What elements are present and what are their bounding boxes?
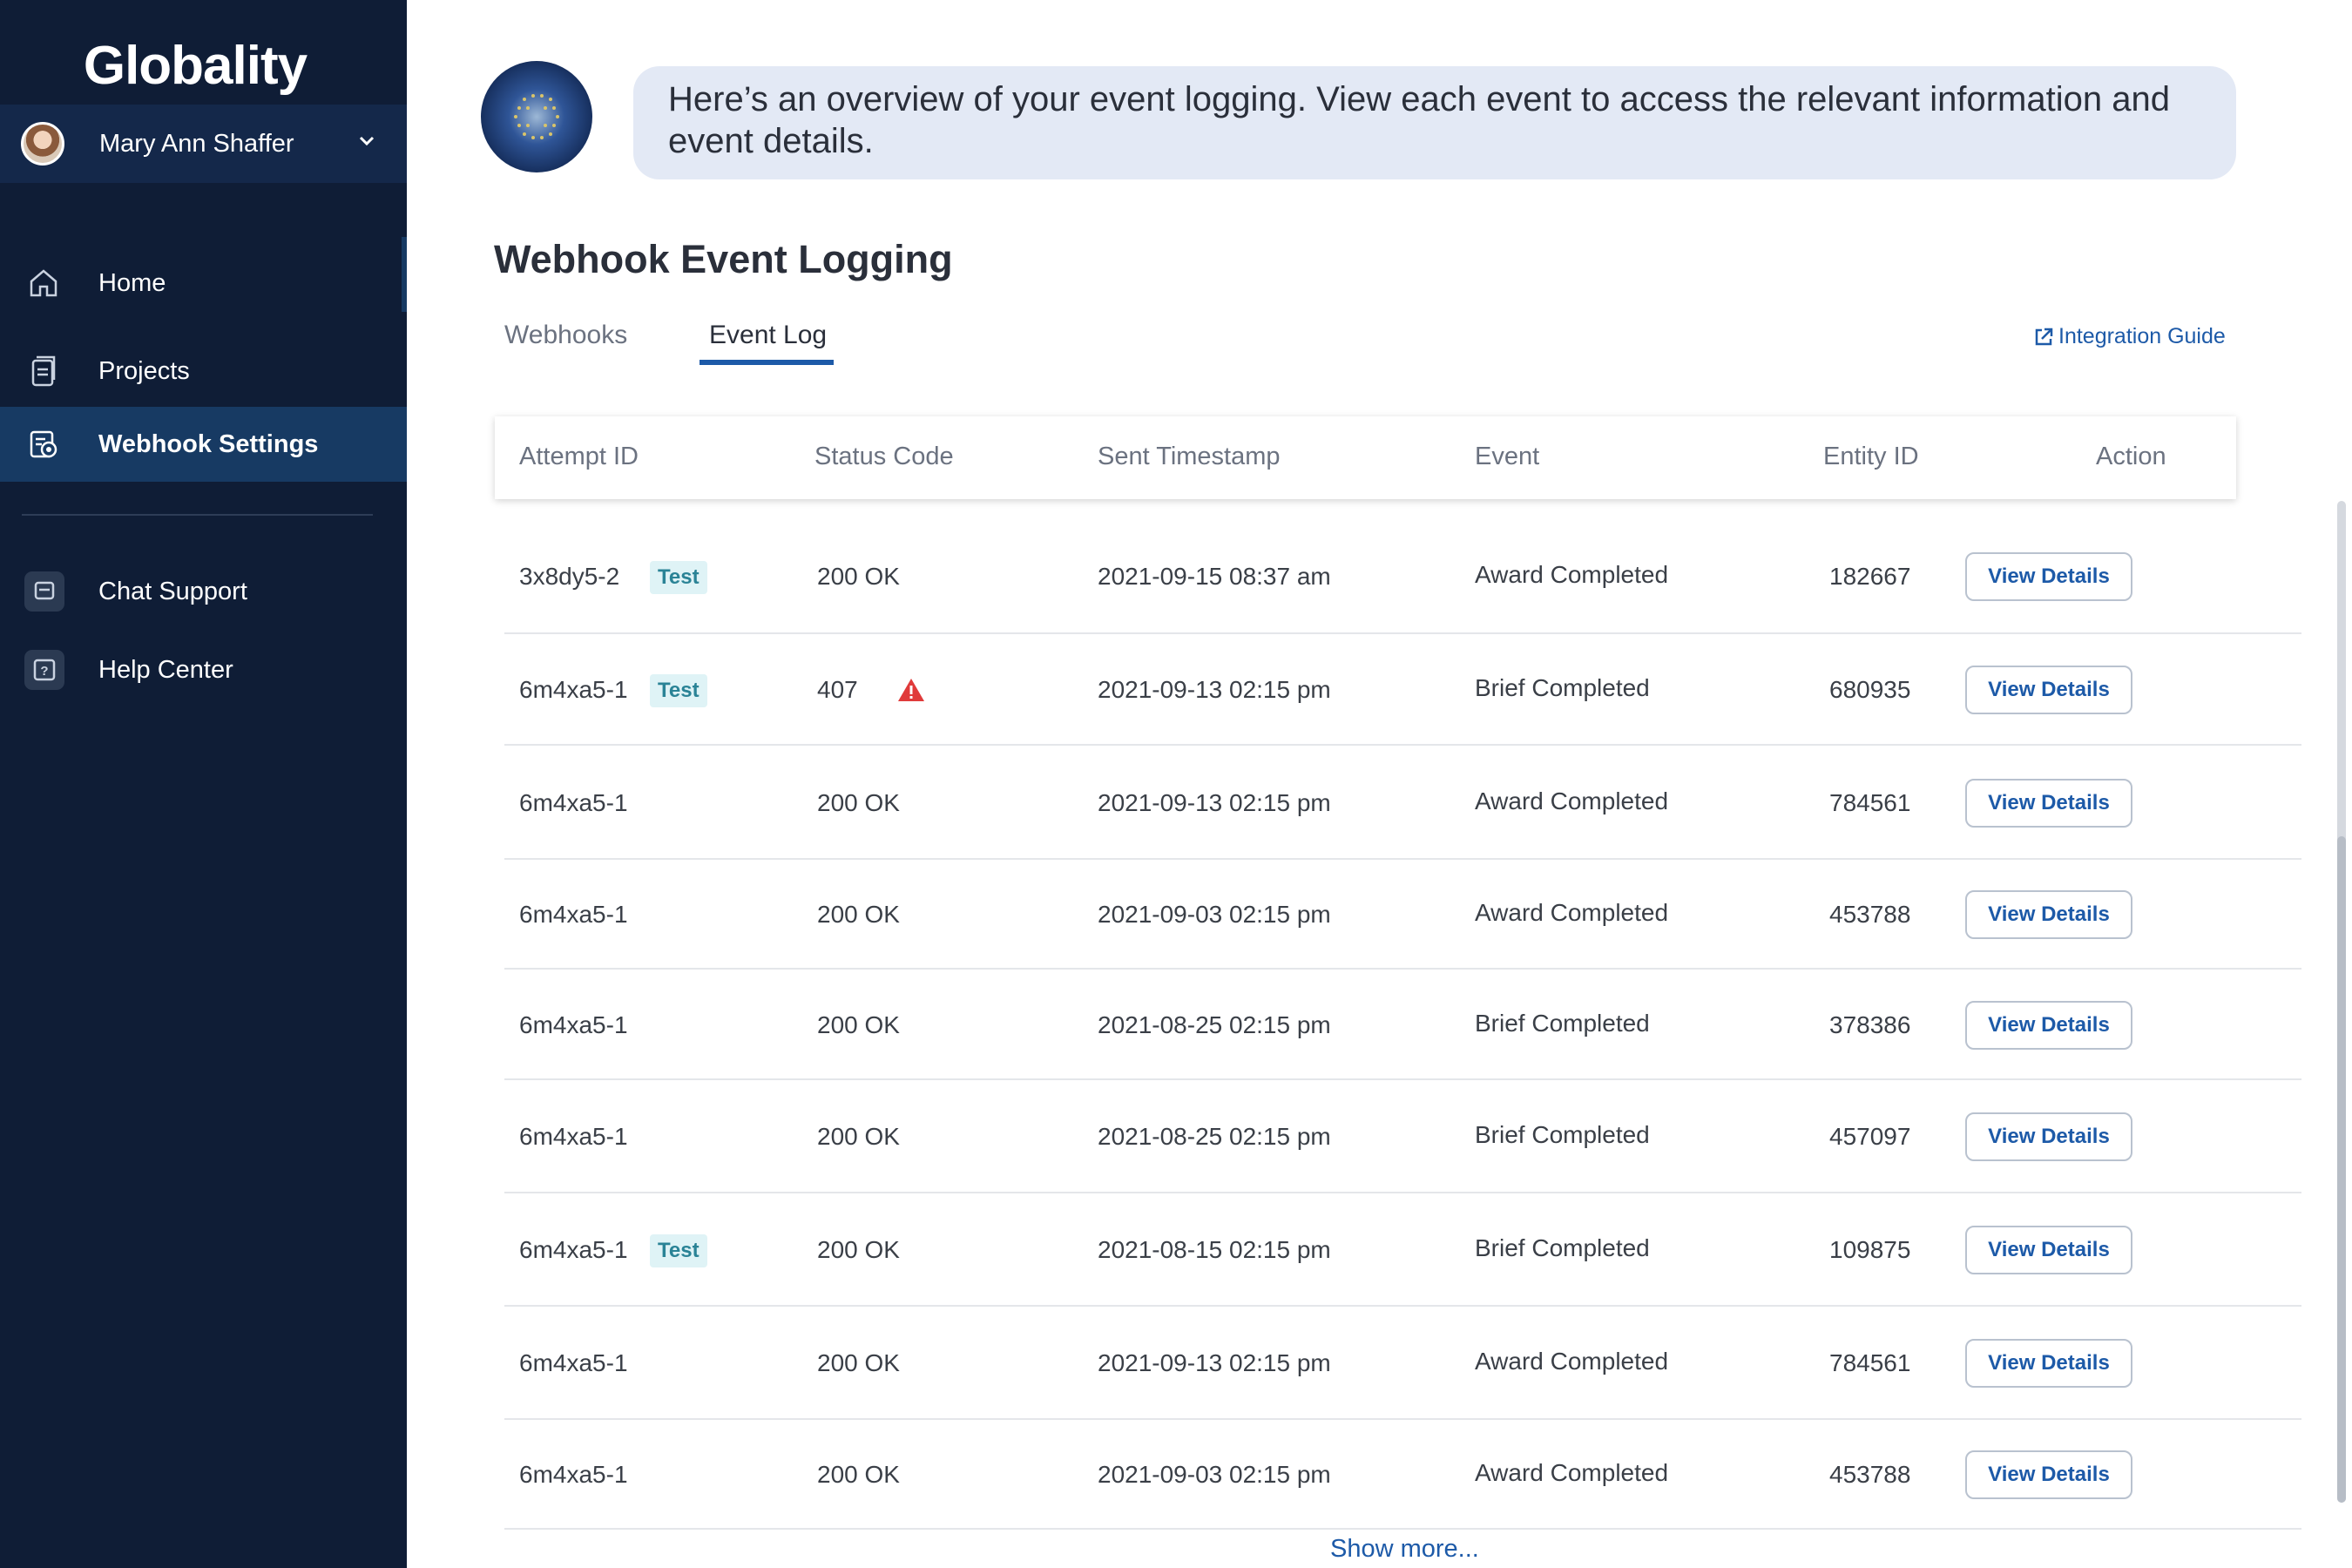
event-name: Brief Completed xyxy=(1475,1009,1650,1037)
view-details-button[interactable]: View Details xyxy=(1965,1226,2132,1274)
view-details-button[interactable]: View Details xyxy=(1965,778,2132,828)
view-details-button[interactable]: View Details xyxy=(1965,666,2132,714)
entity-id: 680935 xyxy=(1829,676,1911,703)
sent-timestamp: 2021-09-15 08:37 am xyxy=(1098,562,1331,590)
status-code: 200 OK xyxy=(817,1349,900,1376)
entity-id: 453788 xyxy=(1829,901,1911,928)
entity-id: 109875 xyxy=(1829,1236,1911,1263)
active-tab-indicator xyxy=(700,360,834,365)
scrollbar-thumb[interactable] xyxy=(2337,836,2346,1503)
tab-event-log[interactable]: Event Log xyxy=(709,321,827,350)
event-name: Brief Completed xyxy=(1475,1121,1650,1148)
sidebar-item-webhook-settings[interactable]: Webhook Settings xyxy=(0,407,407,482)
sidebar-item-label: Home xyxy=(98,268,166,297)
integration-guide-label: Integration Guide xyxy=(2058,324,2226,348)
entity-id: 378386 xyxy=(1829,1010,1911,1038)
sent-timestamp: 2021-08-25 02:15 pm xyxy=(1098,1123,1331,1150)
attempt-id: 6m4xa5-1 xyxy=(519,1010,628,1038)
status-code: 200 OK xyxy=(817,1123,900,1150)
sidebar-item-help-center[interactable]: ? Help Center xyxy=(0,632,407,707)
status-code: 407 xyxy=(817,676,858,703)
test-badge: Test xyxy=(650,560,707,594)
svg-text:?: ? xyxy=(40,664,48,679)
sidebar-item-label: Projects xyxy=(98,356,190,385)
sent-timestamp: 2021-09-03 02:15 pm xyxy=(1098,901,1331,928)
status-code: 200 OK xyxy=(817,1010,900,1038)
test-badge: Test xyxy=(650,674,707,707)
status-code: 200 OK xyxy=(817,562,900,590)
attempt-id: 6m4xa5-1 xyxy=(519,1461,628,1488)
sent-timestamp: 2021-09-13 02:15 pm xyxy=(1098,788,1331,816)
attempt-id: 6m4xa5-1 xyxy=(519,1123,628,1150)
entity-id: 784561 xyxy=(1829,1349,1911,1376)
column-header-entity-id: Entity ID xyxy=(1823,443,1919,470)
external-link-icon xyxy=(2035,328,2053,345)
table-header: Attempt ID Status Code Sent Timestamp Ev… xyxy=(495,416,2236,499)
event-name: Award Completed xyxy=(1475,1459,1669,1486)
help-center-icon: ? xyxy=(24,650,64,690)
attempt-id: 6m4xa5-1 xyxy=(519,788,628,816)
status-code: 200 OK xyxy=(817,901,900,928)
home-icon xyxy=(30,269,57,297)
status-code: 200 OK xyxy=(817,1461,900,1488)
view-details-button[interactable]: View Details xyxy=(1965,1000,2132,1050)
entity-id: 453788 xyxy=(1829,1461,1911,1488)
column-header-status-code: Status Code xyxy=(814,443,954,470)
chevron-down-icon xyxy=(359,136,375,146)
user-menu[interactable]: Mary Ann Shaffer xyxy=(0,105,407,183)
column-header-sent-timestamp: Sent Timestamp xyxy=(1098,443,1281,470)
event-name: Award Completed xyxy=(1475,899,1669,926)
sidebar-item-home[interactable]: Home xyxy=(0,246,407,321)
globality-logo[interactable]: Globality xyxy=(0,35,390,97)
sent-timestamp: 2021-09-13 02:15 pm xyxy=(1098,1349,1331,1376)
attempt-id: 6m4xa5-1 xyxy=(519,901,628,928)
sent-timestamp: 2021-08-15 02:15 pm xyxy=(1098,1236,1331,1263)
sidebar-item-chat-support[interactable]: Chat Support xyxy=(0,554,407,629)
assistant-message: Here’s an overview of your event logging… xyxy=(633,66,2236,179)
user-name: Mary Ann Shaffer xyxy=(99,129,294,158)
tab-webhooks[interactable]: Webhooks xyxy=(504,321,627,350)
entity-id: 182667 xyxy=(1829,562,1911,590)
attempt-id: 3x8dy5-2 xyxy=(519,562,620,590)
sent-timestamp: 2021-09-03 02:15 pm xyxy=(1098,1461,1331,1488)
event-name: Award Completed xyxy=(1475,1348,1669,1375)
status-code: 200 OK xyxy=(817,788,900,816)
event-name: Brief Completed xyxy=(1475,674,1650,701)
column-header-event: Event xyxy=(1475,443,1540,470)
event-name: Brief Completed xyxy=(1475,1234,1650,1261)
status-code: 200 OK xyxy=(817,1236,900,1263)
view-details-button[interactable]: View Details xyxy=(1965,890,2132,939)
entity-id: 784561 xyxy=(1829,788,1911,816)
sidebar-divider xyxy=(22,514,373,516)
view-details-button[interactable]: View Details xyxy=(1965,551,2132,601)
sent-timestamp: 2021-09-13 02:15 pm xyxy=(1098,676,1331,703)
sidebar: Globality Mary Ann Shaffer Home Projects… xyxy=(0,0,407,1568)
attempt-id: 6m4xa5-1 xyxy=(519,1236,628,1263)
view-details-button[interactable]: View Details xyxy=(1965,1450,2132,1499)
event-name: Award Completed xyxy=(1475,787,1669,814)
webhook-settings-icon xyxy=(30,430,57,458)
view-details-button[interactable]: View Details xyxy=(1965,1339,2132,1388)
assistant-avatar-icon xyxy=(481,61,592,172)
page-title: Webhook Event Logging xyxy=(494,237,953,281)
projects-icon xyxy=(31,355,56,387)
sidebar-item-label: Chat Support xyxy=(98,577,247,605)
attempt-id: 6m4xa5-1 xyxy=(519,1349,628,1376)
column-header-action: Action xyxy=(2096,443,2166,470)
event-name: Award Completed xyxy=(1475,560,1669,588)
sent-timestamp: 2021-08-25 02:15 pm xyxy=(1098,1010,1331,1038)
integration-guide-link[interactable]: Integration Guide xyxy=(2032,324,2226,349)
attempt-id: 6m4xa5-1 xyxy=(519,676,628,703)
view-details-button[interactable]: View Details xyxy=(1965,1112,2132,1161)
warning-icon xyxy=(898,679,924,701)
test-badge: Test xyxy=(650,1234,707,1267)
avatar xyxy=(21,122,64,166)
entity-id: 457097 xyxy=(1829,1123,1911,1150)
sidebar-item-projects[interactable]: Projects xyxy=(0,334,407,409)
show-more-link[interactable]: Show more... xyxy=(1330,1535,1479,1564)
chat-support-icon xyxy=(24,571,64,612)
sidebar-item-label: Webhook Settings xyxy=(98,429,319,458)
column-header-attempt-id: Attempt ID xyxy=(519,443,639,470)
sidebar-item-label: Help Center xyxy=(98,655,233,684)
